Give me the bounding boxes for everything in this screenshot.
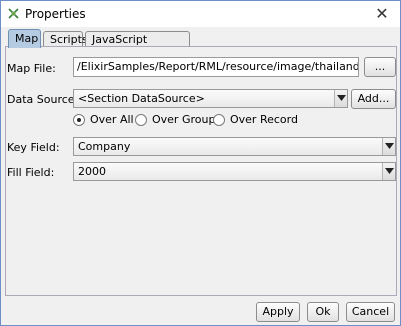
key-field-label: Key Field: (7, 141, 60, 154)
close-icon[interactable]: ✕ (368, 3, 396, 25)
data-source-select[interactable]: <Section DataSource> (73, 89, 348, 108)
add-button[interactable]: Add... (351, 89, 396, 109)
ok-button[interactable]: Ok (307, 302, 339, 322)
title-bar: Properties ✕ (1, 1, 400, 27)
fill-field-label: Fill Field: (7, 166, 55, 179)
map-file-label: Map File: (7, 62, 56, 75)
radio-label: Over Group (152, 113, 216, 126)
data-source-value: <Section DataSource> (78, 92, 205, 105)
fill-field-select[interactable]: 2000 (73, 162, 396, 181)
radio-label: Over All (90, 113, 134, 126)
properties-window: Properties ✕ Map Scripts JavaScript Grap… (0, 0, 401, 326)
window-title: Properties (25, 7, 86, 21)
radio-indicator (73, 114, 85, 126)
key-field-select[interactable]: Company (73, 137, 396, 156)
key-field-value: Company (78, 140, 131, 153)
tab-map[interactable]: Map (8, 29, 41, 48)
map-file-input[interactable]: /ElixirSamples/Report/RML/resource/image… (73, 57, 359, 77)
data-source-label: Data Source: (7, 93, 79, 106)
scope-radio-group: Over All Over Group Over Record (73, 113, 393, 128)
chevron-down-icon[interactable] (382, 138, 395, 155)
chevron-down-icon[interactable] (382, 163, 395, 180)
fill-field-value: 2000 (78, 165, 106, 178)
radio-label: Over Record (230, 113, 298, 126)
radio-indicator (213, 114, 225, 126)
radio-indicator (135, 114, 147, 126)
cancel-button[interactable]: Cancel (346, 302, 395, 322)
properties-app-icon (8, 8, 19, 19)
chevron-down-icon[interactable] (334, 90, 347, 107)
apply-button[interactable]: Apply (256, 302, 300, 322)
radio-selected-dot (77, 118, 81, 122)
browse-button[interactable]: ... (364, 57, 396, 77)
